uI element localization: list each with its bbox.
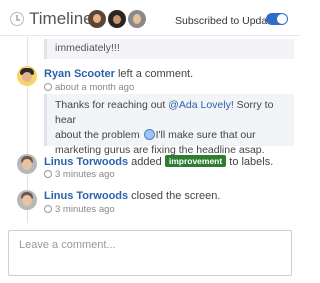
timeline-header: Timeline Subscribed to Updates (0, 0, 300, 36)
timestamp: about a month ago (44, 82, 134, 93)
timestamp-text: 3 minutes ago (55, 169, 115, 180)
previous-comment-snippet: immediately!!! (44, 39, 294, 59)
timeline-feed[interactable]: immediately!!! Ryan Scooter left a comme… (0, 37, 300, 223)
avatar[interactable] (17, 154, 37, 174)
timeline-title: Timeline (29, 9, 93, 28)
author-link[interactable]: Linus Torwoods (44, 156, 128, 168)
timeline-entry-header: Ryan Scooter left a comment. (44, 68, 193, 80)
clock-icon (44, 170, 52, 178)
entry-action: added (128, 156, 165, 168)
comment-text: Thanks for reaching out (55, 99, 169, 111)
entry-action: left a comment. (114, 68, 194, 80)
clock-icon (44, 83, 52, 91)
user-mention-link[interactable]: @Ada Lovely! (168, 99, 234, 111)
author-link[interactable]: Ryan Scooter (44, 68, 115, 80)
clock-icon (10, 12, 24, 26)
avatar[interactable] (128, 10, 146, 28)
avatar[interactable] (108, 10, 126, 28)
entry-action: closed the screen. (128, 190, 221, 202)
avatar[interactable] (88, 10, 106, 28)
label-badge[interactable]: improvement (164, 155, 227, 167)
comment-text: about the problem (55, 129, 143, 141)
clock-icon (44, 205, 52, 213)
timestamp-text: 3 minutes ago (55, 204, 115, 215)
timestamp: 3 minutes ago (44, 169, 115, 180)
subscribe-toggle[interactable] (266, 13, 288, 25)
timeline-entry-header: Linus Torwoods closed the screen. (44, 190, 220, 202)
author-link[interactable]: Linus Torwoods (44, 190, 128, 202)
avatar[interactable] (17, 66, 37, 86)
comment-body: Thanks for reaching out @Ada Lovely! Sor… (44, 94, 294, 156)
timestamp-text: about a month ago (55, 82, 135, 93)
emoji-icon (143, 129, 155, 140)
avatar[interactable] (17, 190, 37, 210)
comment-input[interactable] (8, 230, 292, 276)
timestamp: 3 minutes ago (44, 204, 115, 215)
participant-avatars (88, 10, 146, 28)
comment-text: I'll make sure that our (155, 129, 256, 141)
timeline-entry-header: Linus Torwoods added improvement to labe… (44, 155, 273, 168)
entry-action: to labels. (226, 156, 274, 168)
